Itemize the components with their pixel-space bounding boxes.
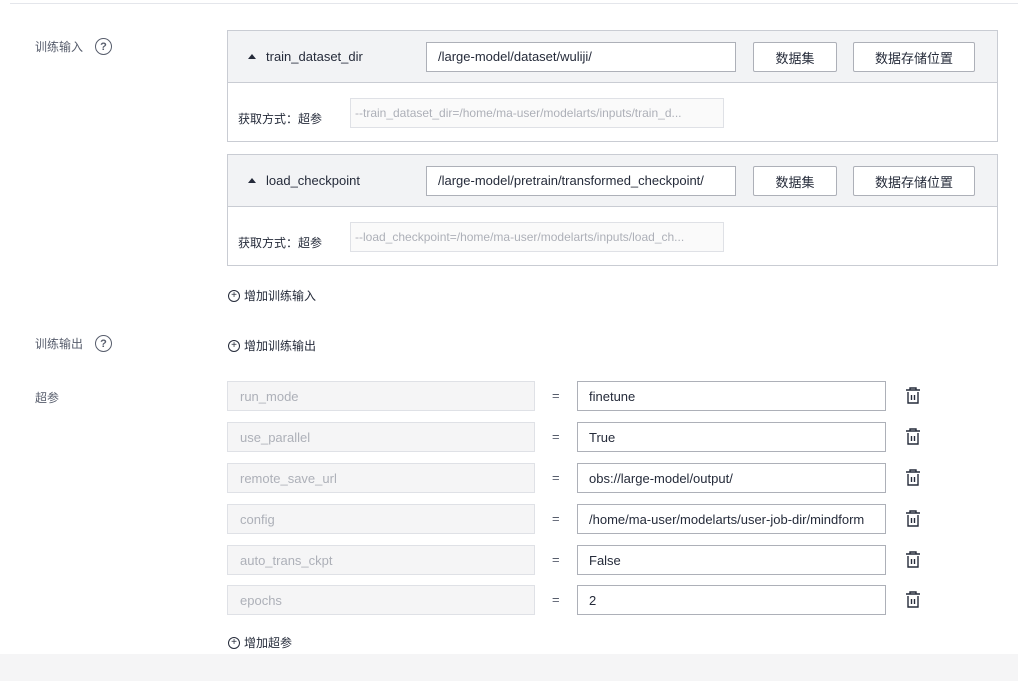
hyperparam-value-input[interactable]: True	[577, 422, 886, 452]
plus-circle-icon: +	[228, 339, 240, 352]
input-name[interactable]: train_dataset_dir	[266, 49, 363, 64]
caret-up-icon[interactable]	[248, 178, 256, 183]
acquire-method-input: --load_checkpoint=/home/ma-user/modelart…	[350, 222, 724, 252]
input-card-header: load_checkpoint /large-model/pretrain/tr…	[228, 155, 997, 207]
divider	[10, 3, 1018, 4]
input-card-header: train_dataset_dir /large-model/dataset/w…	[228, 31, 997, 83]
training-output-label: 训练输出	[35, 337, 84, 351]
training-output-row-label: 训练输出 ?	[35, 335, 113, 352]
add-training-input-button[interactable]: + 增加训练输入	[228, 287, 316, 304]
equals-sign: =	[552, 552, 560, 567]
add-training-input-label: 增加训练输入	[244, 289, 317, 303]
hyperparams-label: 超参	[35, 391, 60, 405]
training-config-panel: 训练输入 ? train_dataset_dir /large-model/da…	[0, 0, 1018, 654]
storage-location-button[interactable]: 数据存储位置	[853, 166, 975, 196]
add-training-output-label: 增加训练输出	[244, 339, 317, 353]
plus-circle-icon: +	[228, 289, 240, 302]
hyperparam-key-input: config	[227, 504, 535, 534]
input-card-body: 获取方式：超参 --load_checkpoint=/home/ma-user/…	[228, 207, 997, 265]
data-path-input[interactable]: /large-model/dataset/wuliji/	[426, 42, 736, 72]
equals-sign: =	[552, 511, 560, 526]
hyperparams-row-label: 超参	[35, 389, 59, 406]
dataset-button[interactable]: 数据集	[753, 42, 837, 72]
hyperparam-value-input[interactable]: 2	[577, 585, 886, 615]
trash-icon[interactable]	[905, 428, 921, 446]
question-circle-icon[interactable]: ?	[95, 38, 113, 55]
plus-circle-icon: +	[228, 636, 240, 649]
hyperparam-key-input: run_mode	[227, 381, 535, 411]
data-path-input[interactable]: /large-model/pretrain/transformed_checkp…	[426, 166, 736, 196]
hyperparam-key-input: use_parallel	[227, 422, 535, 452]
input-name[interactable]: load_checkpoint	[266, 173, 360, 188]
acquire-method-input: --train_dataset_dir=/home/ma-user/modela…	[350, 98, 724, 128]
hyperparam-value-input[interactable]: /home/ma-user/modelarts/user-job-dir/min…	[577, 504, 886, 534]
question-circle-icon[interactable]: ?	[95, 335, 113, 352]
hyperparam-value-input[interactable]: obs://large-model/output/	[577, 463, 886, 493]
add-training-output-button[interactable]: + 增加训练输出	[228, 337, 316, 354]
acquire-method-label: 获取方式：超参	[238, 236, 323, 250]
trash-icon[interactable]	[905, 387, 921, 405]
add-hyperparam-label: 增加超参	[244, 636, 293, 650]
hyperparam-value-input[interactable]: finetune	[577, 381, 886, 411]
acquire-method-label: 获取方式：超参	[238, 112, 323, 126]
storage-location-button[interactable]: 数据存储位置	[853, 42, 975, 72]
training-input-row-label: 训练输入 ?	[35, 38, 113, 55]
equals-sign: =	[552, 388, 560, 403]
hyperparam-key-input: auto_trans_ckpt	[227, 545, 535, 575]
equals-sign: =	[552, 429, 560, 444]
caret-up-icon[interactable]	[248, 54, 256, 59]
input-card-body: 获取方式：超参 --train_dataset_dir=/home/ma-use…	[228, 83, 997, 141]
hyperparam-key-input: remote_save_url	[227, 463, 535, 493]
hyperparam-value-input[interactable]: False	[577, 545, 886, 575]
hyperparam-key-input: epochs	[227, 585, 535, 615]
training-input-label: 训练输入	[35, 40, 84, 54]
trash-icon[interactable]	[905, 551, 921, 569]
equals-sign: =	[552, 470, 560, 485]
add-hyperparam-button[interactable]: + 增加超参	[228, 634, 292, 651]
trash-icon[interactable]	[905, 591, 921, 609]
dataset-button[interactable]: 数据集	[753, 166, 837, 196]
trash-icon[interactable]	[905, 469, 921, 487]
equals-sign: =	[552, 592, 560, 607]
input-card-load-checkpoint: load_checkpoint /large-model/pretrain/tr…	[227, 154, 998, 266]
input-card-train-dataset-dir: train_dataset_dir /large-model/dataset/w…	[227, 30, 998, 142]
trash-icon[interactable]	[905, 510, 921, 528]
